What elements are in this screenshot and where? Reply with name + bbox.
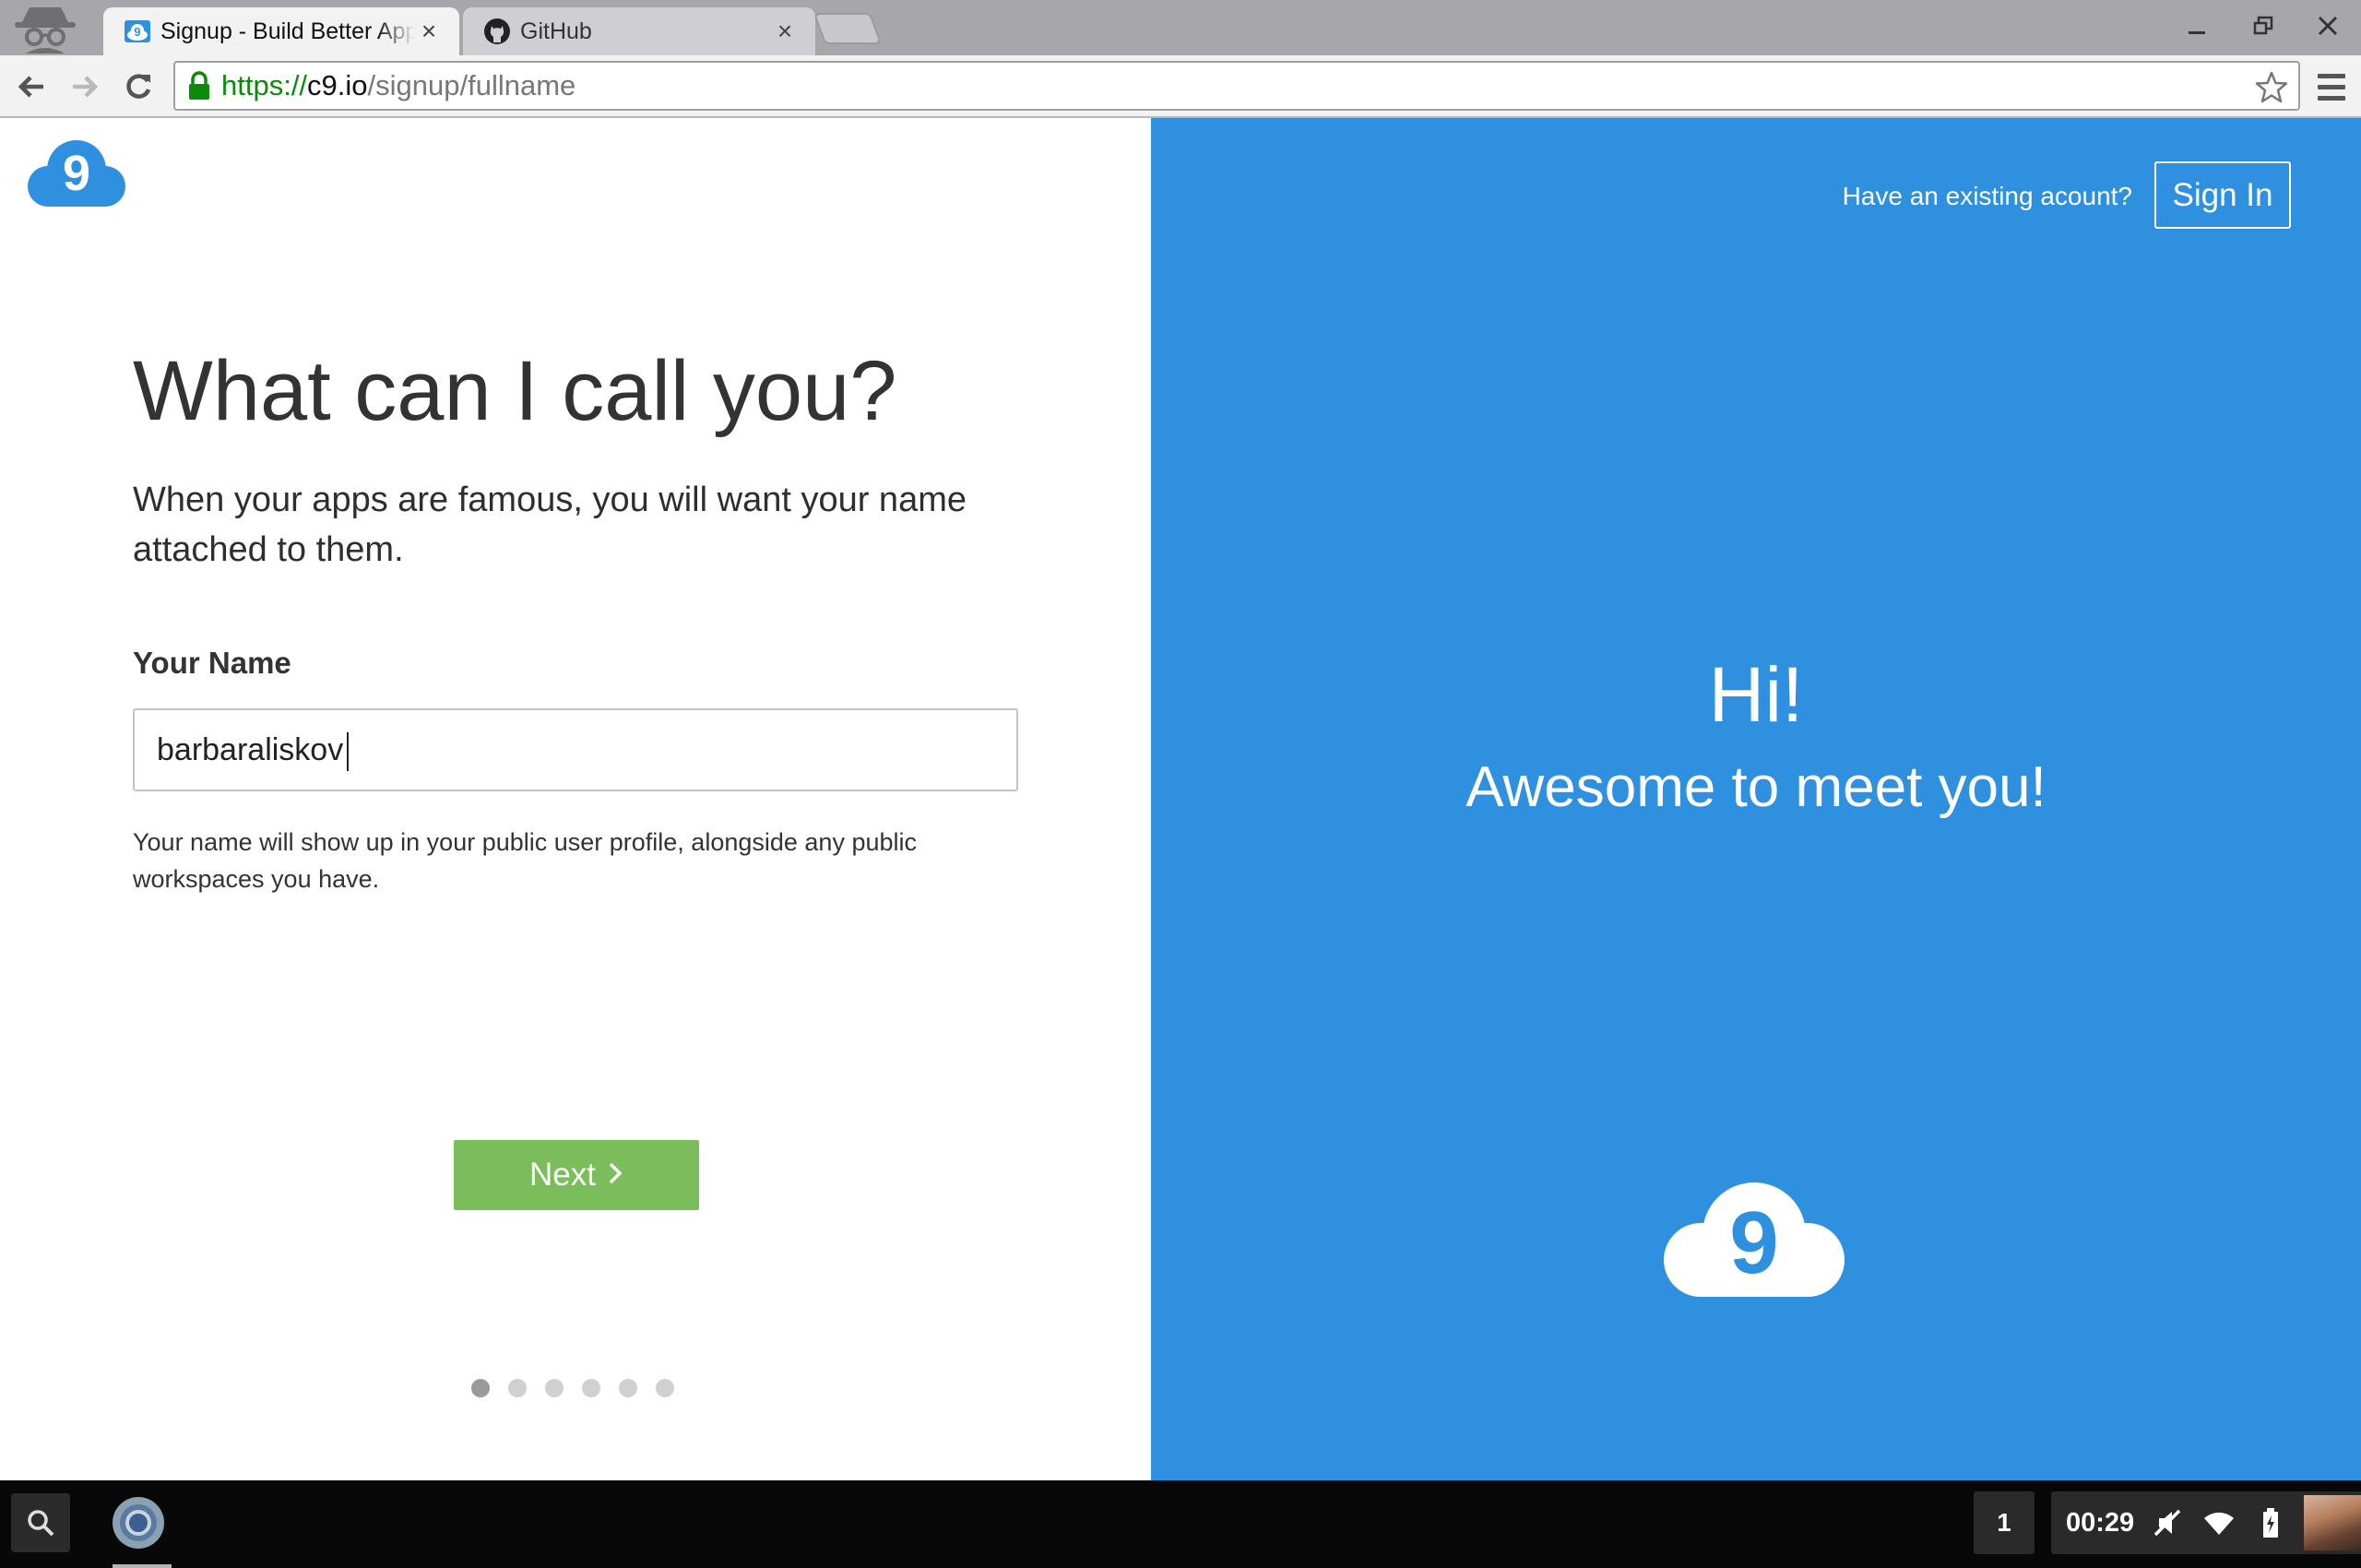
name-input[interactable] — [133, 708, 1018, 791]
tab-title: Signup - Build Better Apps — [160, 18, 415, 44]
progress-dot-6 — [656, 1379, 674, 1397]
close-window-icon[interactable] — [2308, 7, 2348, 44]
progress-dot-4 — [582, 1379, 600, 1397]
launcher-search-icon[interactable] — [11, 1493, 70, 1552]
c9-cloud-icon: 9 — [124, 18, 151, 45]
next-button[interactable]: Next — [454, 1140, 699, 1210]
text-caret — [347, 732, 349, 771]
tab-github[interactable]: GitHub × — [463, 7, 815, 55]
back-arrow-icon[interactable] — [9, 65, 53, 109]
running-app-indicator — [113, 1564, 172, 1568]
bookmark-star-icon[interactable] — [2254, 70, 2289, 105]
forward-arrow-icon[interactable] — [63, 65, 107, 109]
progress-dot-5 — [619, 1379, 637, 1397]
reload-icon[interactable] — [116, 65, 160, 109]
name-help-text: Your name will show up in your public us… — [133, 828, 917, 893]
progress-dots — [471, 1379, 674, 1397]
svg-text:9: 9 — [134, 25, 140, 39]
chrome-menu-icon[interactable] — [2313, 66, 2350, 107]
next-button-label: Next — [529, 1157, 596, 1193]
existing-account-text: Have an existing acount? — [1842, 182, 2132, 210]
tab-signup[interactable]: 9 Signup - Build Better Apps × — [103, 7, 459, 55]
c9-cloud-logo-icon: 9 — [1662, 1181, 1846, 1301]
close-tab-icon[interactable]: × — [415, 18, 443, 45]
clock: 00:29 — [2066, 1507, 2135, 1538]
greeting-subheading: Awesome to meet you! — [1465, 755, 2047, 819]
name-field-label: Your Name — [133, 646, 291, 680]
mute-icon — [2149, 1504, 2186, 1541]
incognito-icon — [9, 2, 81, 53]
chrome-app-icon[interactable] — [111, 1495, 166, 1550]
user-avatar[interactable] — [2304, 1495, 2361, 1550]
address-bar[interactable]: https://c9.io/signup/fullname — [173, 61, 2300, 111]
progress-dot-2 — [508, 1379, 527, 1397]
sign-in-button[interactable]: Sign In — [2154, 161, 2291, 229]
minimize-icon[interactable] — [2177, 7, 2217, 44]
page-title: What can I call you? — [133, 344, 897, 438]
desk-indicator[interactable]: 1 — [1974, 1491, 2035, 1554]
close-tab-icon[interactable]: × — [771, 18, 799, 45]
url-text: https://c9.io/signup/fullname — [221, 69, 576, 101]
progress-dot-1 — [471, 1379, 490, 1397]
wifi-icon — [2201, 1504, 2237, 1541]
chevron-right-icon — [607, 1157, 623, 1194]
system-shelf: 1 00:29 — [0, 1480, 2361, 1568]
svg-text:9: 9 — [63, 146, 90, 201]
tab-title: GitHub — [520, 18, 592, 44]
progress-dot-3 — [545, 1379, 564, 1397]
greeting-heading: Hi! — [1708, 651, 1804, 738]
lock-icon — [186, 70, 212, 101]
tab-strip: 9 Signup - Build Better Apps × GitHub × — [0, 0, 2361, 55]
status-tray[interactable]: 00:29 — [2051, 1491, 2361, 1554]
new-tab-button[interactable] — [813, 13, 883, 44]
intro-text: When your apps are famous, you will want… — [133, 481, 967, 569]
svg-text:9: 9 — [1729, 1194, 1778, 1292]
github-icon — [483, 18, 511, 45]
restore-icon[interactable] — [2243, 7, 2284, 44]
signup-form-panel: 9 — [0, 118, 1151, 1480]
battery-icon — [2252, 1504, 2289, 1541]
browser-toolbar: https://c9.io/signup/fullname — [0, 55, 2361, 118]
c9-logo-icon[interactable]: 9 — [20, 138, 131, 212]
